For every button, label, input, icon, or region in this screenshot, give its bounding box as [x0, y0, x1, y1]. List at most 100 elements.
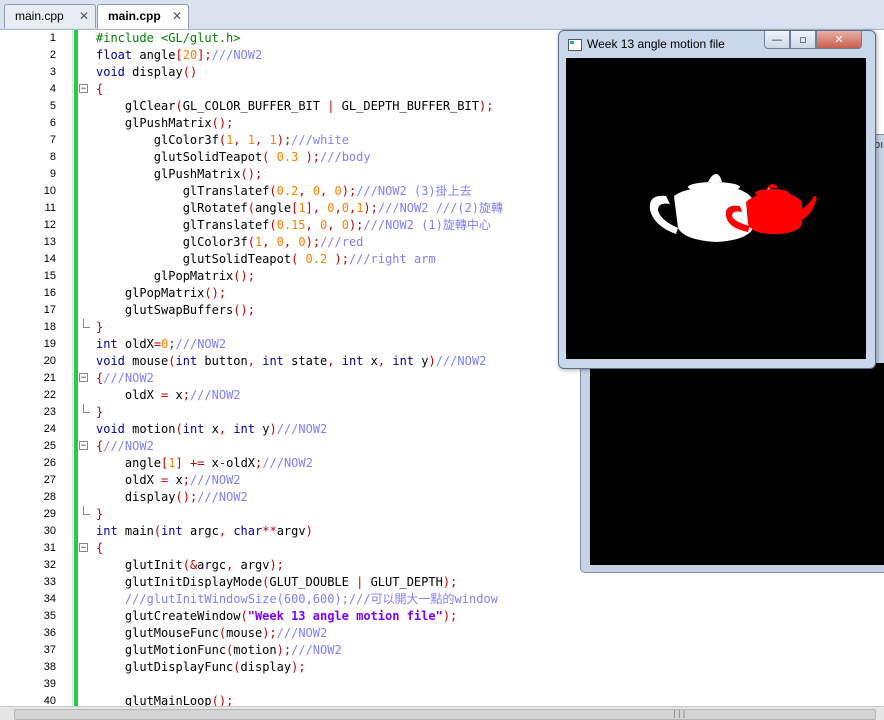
- code-text: glTranslatef(0.2, 0, 0);///NOW2 (3)掛上去: [96, 184, 472, 198]
- code-text: int main(int argc, char**argv): [96, 524, 313, 538]
- gl-canvas[interactable]: [566, 58, 866, 359]
- code-text: float angle[20];///NOW2: [96, 48, 263, 62]
- code-text: glPopMatrix();: [96, 269, 255, 283]
- code-text: glutCreateWindow("Week 13 angle motion f…: [96, 609, 458, 623]
- code-text: oldX = x;///NOW2: [96, 388, 241, 402]
- line-number: 29: [43, 508, 56, 520]
- fold-end-marker: [83, 506, 90, 515]
- code-line[interactable]: 40 glutMainLoop();: [0, 693, 884, 706]
- code-text: glTranslatef(0.15, 0, 0);///NOW2 (1)旋轉中心: [96, 218, 491, 232]
- code-text: glRotatef(angle[1], 0,0,1);///NOW2 ///(2…: [96, 201, 504, 215]
- fold-toggle-icon[interactable]: −: [79, 373, 88, 383]
- line-number: 34: [43, 593, 56, 605]
- code-line[interactable]: 38 glutDisplayFunc(display);: [0, 659, 884, 676]
- maximize-button[interactable]: ▫: [790, 31, 816, 49]
- line-number: 27: [43, 474, 56, 486]
- line-number: 26: [43, 457, 56, 469]
- code-text: glutSolidTeapot( 0.3 );///body: [96, 150, 371, 164]
- line-number: 1: [49, 32, 56, 44]
- fold-toggle-icon[interactable]: −: [79, 84, 88, 94]
- code-text: oldX = x;///NOW2: [96, 473, 241, 487]
- line-number: 23: [43, 406, 56, 418]
- scrollbar-thumb[interactable]: [14, 709, 876, 720]
- editor-tab-bar: main.cpp ✕ main.cpp ✕: [0, 0, 884, 30]
- code-text: }: [96, 405, 104, 419]
- code-text: void display(): [96, 65, 198, 79]
- line-number: 36: [43, 627, 56, 639]
- line-number: 14: [43, 253, 56, 265]
- code-text: void mouse(int button, int state, int x,…: [96, 354, 487, 368]
- line-number: 35: [43, 610, 56, 622]
- maximize-icon: ▫: [799, 33, 807, 46]
- line-number: 3: [49, 66, 56, 78]
- code-text: display();///NOW2: [96, 490, 248, 504]
- code-line[interactable]: 37 glutMotionFunc(motion);///NOW2: [0, 642, 884, 659]
- line-number: 10: [43, 185, 56, 197]
- code-text: glutSwapBuffers();: [96, 303, 255, 317]
- fold-toggle-icon[interactable]: −: [79, 441, 88, 451]
- line-number: 39: [43, 678, 56, 690]
- code-text: glutMotionFunc(motion);///NOW2: [96, 643, 342, 657]
- line-number: 6: [49, 117, 56, 129]
- minimize-icon: —: [771, 33, 783, 46]
- line-number: 5: [49, 100, 56, 112]
- line-number: 7: [49, 134, 56, 146]
- tab-close-icon[interactable]: ✕: [172, 5, 182, 27]
- fold-toggle-icon[interactable]: −: [79, 543, 88, 553]
- line-number: 38: [43, 661, 56, 673]
- tab-main-cpp-1[interactable]: main.cpp ✕: [4, 4, 96, 28]
- line-number: 17: [43, 304, 56, 316]
- line-number: 37: [43, 644, 56, 656]
- line-number: 13: [43, 236, 56, 248]
- horizontal-scrollbar[interactable]: |||: [0, 706, 884, 720]
- line-number: 40: [43, 695, 56, 706]
- code-text: angle[1] += x-oldX;///NOW2: [96, 456, 313, 470]
- code-text: }: [96, 507, 104, 521]
- line-number: 20: [43, 355, 56, 367]
- code-line[interactable]: 34 ///glutInitWindowSize(600,600);///可以開…: [0, 591, 884, 608]
- code-text: }: [96, 320, 104, 334]
- tab-label: main.cpp: [108, 9, 161, 23]
- code-line[interactable]: 33 glutInitDisplayMode(GLUT_DOUBLE | GLU…: [0, 574, 884, 591]
- gl-canvas-behind[interactable]: [590, 363, 884, 565]
- code-text: glutDisplayFunc(display);: [96, 660, 306, 674]
- code-text: glPushMatrix();: [96, 167, 263, 181]
- line-number: 19: [43, 338, 56, 350]
- line-number: 8: [49, 151, 56, 163]
- app-icon: [568, 39, 582, 51]
- line-number: 22: [43, 389, 56, 401]
- code-text: glClear(GL_COLOR_BUFFER_BIT | GL_DEPTH_B…: [96, 99, 494, 113]
- line-number: 4: [49, 83, 56, 95]
- line-number: 31: [43, 542, 56, 554]
- code-text: #include <GL/glut.h>: [96, 31, 241, 45]
- code-text: {: [96, 82, 104, 96]
- tab-close-icon[interactable]: ✕: [79, 5, 89, 27]
- line-number: 9: [49, 168, 56, 180]
- line-number: 33: [43, 576, 56, 588]
- gl-window[interactable]: Week 13 angle motion file — ▫ ✕: [558, 30, 876, 369]
- code-text: {: [96, 541, 104, 555]
- line-number: 16: [43, 287, 56, 299]
- line-number: 25: [43, 440, 56, 452]
- code-text: {///NOW2: [96, 439, 154, 453]
- line-number: 24: [43, 423, 56, 435]
- close-button[interactable]: ✕: [816, 31, 862, 49]
- line-number: 11: [44, 202, 56, 214]
- close-icon: ✕: [834, 33, 844, 46]
- minimize-button[interactable]: —: [764, 31, 790, 49]
- tab-main-cpp-2[interactable]: main.cpp ✕: [97, 4, 189, 29]
- line-number: 18: [43, 321, 56, 333]
- line-number: 32: [43, 559, 56, 571]
- tab-label: main.cpp: [15, 9, 64, 23]
- code-text: int oldX=0;///NOW2: [96, 337, 227, 351]
- code-line[interactable]: 39: [0, 676, 884, 693]
- code-text: glutMainLoop();: [96, 694, 234, 706]
- line-number: 21: [43, 372, 56, 384]
- line-number: 28: [43, 491, 56, 503]
- code-line[interactable]: 36 glutMouseFunc(mouse);///NOW2: [0, 625, 884, 642]
- fold-end-marker: [83, 319, 90, 328]
- code-line[interactable]: 35 glutCreateWindow("Week 13 angle motio…: [0, 608, 884, 625]
- code-text: ///glutInitWindowSize(600,600);///可以開大一點…: [124, 592, 498, 606]
- window-title: Week 13 angle motion file: [587, 37, 725, 51]
- code-text: glutInit(&argc, argv);: [96, 558, 284, 572]
